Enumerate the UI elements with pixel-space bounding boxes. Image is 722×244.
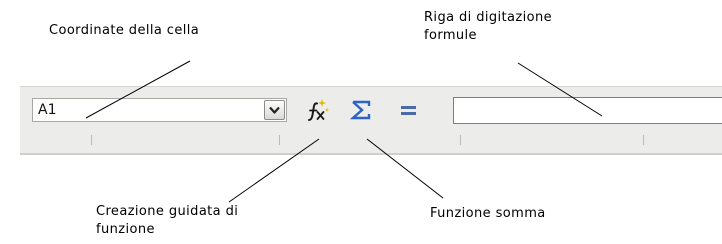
column-separator <box>460 135 461 145</box>
callout-function-wizard-text-2: funzione <box>96 222 155 237</box>
fx-wand-icon <box>308 99 329 121</box>
name-box[interactable]: A1 <box>32 98 287 122</box>
callout-formula-input-line-text-2: formule <box>424 28 477 43</box>
equals-icon <box>401 106 416 115</box>
column-separator <box>91 135 92 145</box>
chevron-down-icon <box>269 106 280 114</box>
column-separator <box>643 135 644 145</box>
name-box-dropdown-button[interactable] <box>264 100 285 120</box>
callout-formula-input-line-text-1: Riga di digitazione <box>424 10 553 25</box>
callout-formula-input-line: Riga di digitazione formule <box>424 9 552 45</box>
function-wizard-button[interactable] <box>304 97 330 123</box>
column-separator <box>279 135 280 145</box>
callout-function-wizard-text-1: Creazione guidata di <box>96 204 239 219</box>
callout-sum-function: Funzione somma <box>430 205 546 223</box>
toolbar-bottom-border <box>20 153 722 155</box>
sigma-icon <box>349 100 371 120</box>
callout-function-wizard: Creazione guidata di funzione <box>96 203 238 239</box>
callout-sum-function-text: Funzione somma <box>430 206 546 221</box>
callout-cell-coordinates-text: Coordinate della cella <box>49 23 200 38</box>
column-header-separators <box>20 135 722 145</box>
formula-bar: A1 <box>20 86 722 155</box>
equals-button[interactable] <box>398 98 420 122</box>
callout-cell-coordinates: Coordinate della cella <box>49 22 199 40</box>
formula-input[interactable] <box>453 97 722 124</box>
name-box-value[interactable]: A1 <box>38 102 56 118</box>
sum-button[interactable] <box>349 98 372 122</box>
